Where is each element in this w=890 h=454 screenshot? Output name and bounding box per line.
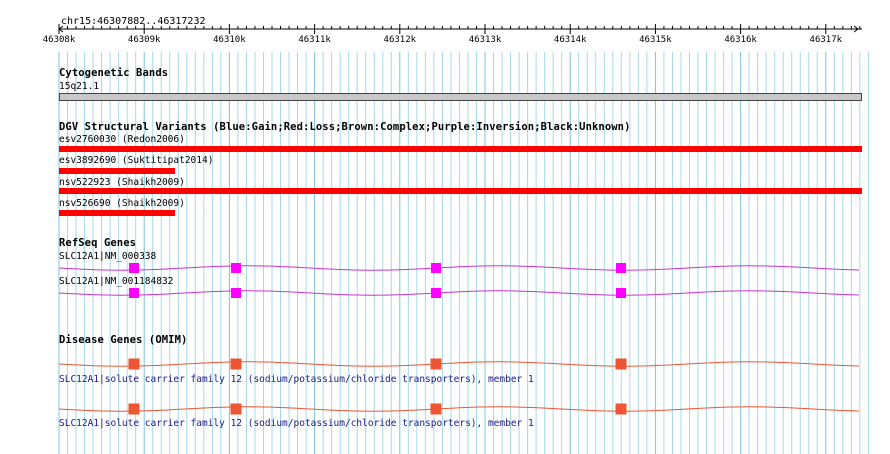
dgv-variant-bar[interactable]	[59, 146, 862, 152]
ruler-tick-label: 46313k	[468, 35, 502, 45]
exon-block	[129, 288, 139, 298]
refseq-gene-model[interactable]	[0, 281, 890, 305]
ruler-tick-label: 46309k	[127, 35, 161, 45]
exon-block	[615, 403, 627, 415]
exon-block	[128, 403, 140, 415]
omim-track-title[interactable]: Disease Genes (OMIM)	[59, 335, 187, 346]
dgv-item-label: nsv522923 (Shaikh2009)	[59, 177, 185, 188]
intron-line	[58, 265, 860, 271]
exon-block	[128, 358, 140, 370]
ruler-tick-label: 46311k	[298, 35, 331, 45]
dgv-item-label: nsv526690 (Shaikh2009)	[59, 198, 185, 209]
exon-block	[431, 263, 441, 273]
omim-gene-label: SLC12A1|solute carrier family 12 (sodium…	[59, 374, 534, 385]
exon-block	[230, 403, 242, 415]
ruler-tick-label: 46310k	[213, 35, 246, 45]
intron-line	[58, 406, 860, 412]
ruler-tick-label: 46308k	[42, 35, 76, 45]
exon-block	[129, 263, 139, 273]
cyto-band-label: 15q21.1	[59, 81, 100, 92]
ruler-tick-label: 46314k	[553, 35, 587, 45]
intron-line	[58, 290, 860, 296]
exon-block	[231, 288, 241, 298]
exon-block	[430, 358, 442, 370]
dgv-variant-bar[interactable]	[59, 168, 175, 174]
ruler-tick-label: 46317k	[809, 35, 843, 45]
ruler-tick-label: 46316k	[724, 35, 757, 45]
dgv-track-title[interactable]: DGV Structural Variants (Blue:Gain;Red:L…	[59, 122, 631, 133]
refseq-track-title[interactable]: RefSeq Genes	[59, 238, 136, 249]
dgv-item-label: esv3892690 (Suktitipat2014)	[59, 155, 214, 166]
exon-block	[230, 358, 242, 370]
intron-line	[58, 361, 860, 367]
exon-block	[615, 358, 627, 370]
cyto-band-bar[interactable]	[59, 93, 862, 101]
dgv-variant-bar[interactable]	[59, 210, 175, 216]
dgv-variant-bar[interactable]	[59, 188, 862, 194]
exon-block	[431, 288, 441, 298]
ruler-tick-label: 46315k	[639, 35, 672, 45]
omim-gene-label: SLC12A1|solute carrier family 12 (sodium…	[59, 418, 534, 429]
cyto-track-title[interactable]: Cytogenetic Bands	[59, 68, 168, 79]
exon-block	[616, 288, 626, 298]
ruler-tick-label: 46312k	[383, 35, 417, 45]
exon-block	[231, 263, 241, 273]
exon-block	[430, 403, 442, 415]
exon-block	[616, 263, 626, 273]
dgv-item-label: esv2760030 (Redon2006)	[59, 134, 185, 145]
omim-gene-model[interactable]	[0, 352, 890, 376]
